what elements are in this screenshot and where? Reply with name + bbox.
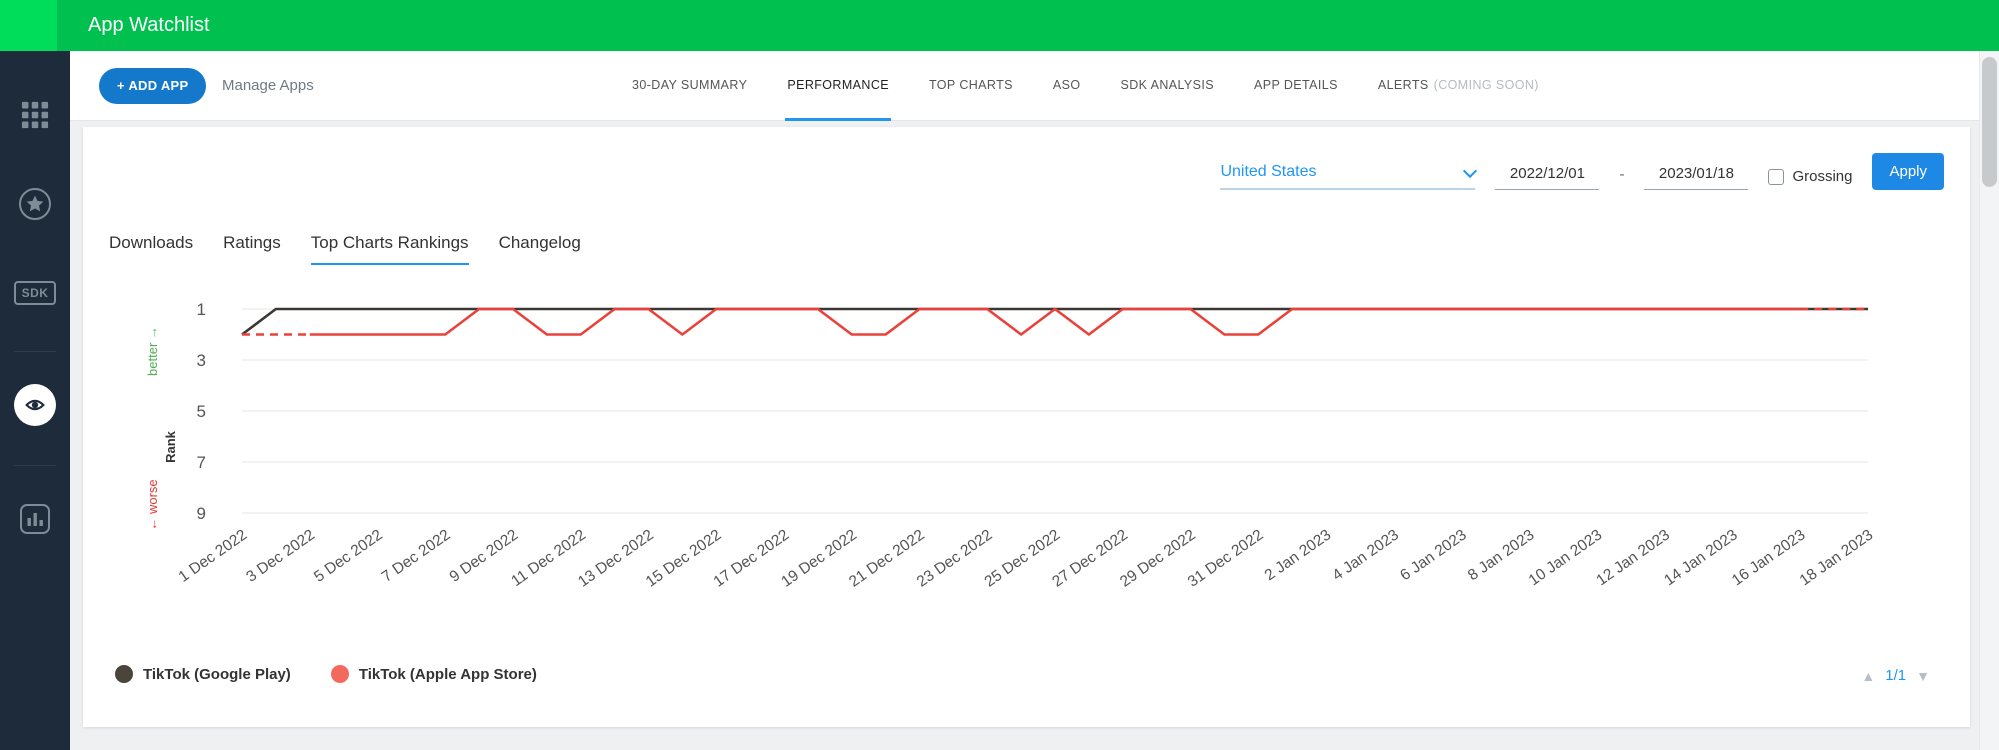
grossing-checkbox[interactable]: [1768, 168, 1785, 185]
tab-alerts-label: ALERTS: [1377, 77, 1429, 92]
tab-sdk-analysis[interactable]: SDK ANALYSIS: [1119, 51, 1217, 121]
sidebar-item-analytics[interactable]: [0, 497, 70, 541]
tab-30-day-summary[interactable]: 30-DAY SUMMARY: [630, 51, 749, 121]
sidebar-divider: [14, 465, 56, 466]
svg-text:9: 9: [197, 504, 206, 523]
country-select[interactable]: United States: [1220, 163, 1478, 190]
svg-text:31 Dec 2022: 31 Dec 2022: [1185, 526, 1267, 590]
svg-text:3: 3: [197, 351, 206, 370]
legend-item-apple-app-store[interactable]: TikTok (Apple App Store): [330, 665, 537, 683]
legend-label: TikTok (Apple App Store): [358, 665, 537, 683]
date-range-separator: -: [1619, 166, 1625, 183]
star-circle-icon: [19, 188, 51, 220]
rank-chart: 1 3 5 7 9 better → Rank ← worse 1 Dec 2022 3 Dec …: [83, 276, 1963, 646]
svg-text:13 Dec 2022: 13 Dec 2022: [575, 526, 657, 590]
tab-app-details[interactable]: APP DETAILS: [1252, 51, 1340, 121]
svg-text:23 Dec 2022: 23 Dec 2022: [914, 526, 996, 590]
filter-bar: United States - Grossing Apply: [1220, 153, 1944, 190]
panel-tabs: Downloads Ratings Top Charts Rankings Ch…: [109, 233, 581, 265]
svg-text:7 Dec 2022: 7 Dec 2022: [379, 526, 454, 585]
svg-text:14 Jan 2023: 14 Jan 2023: [1661, 526, 1741, 589]
tab-changelog[interactable]: Changelog: [499, 233, 581, 265]
tab-alerts-coming-soon: (COMING SOON): [1433, 77, 1539, 92]
legend-label: TikTok (Google Play): [143, 665, 291, 683]
svg-text:27 Dec 2022: 27 Dec 2022: [1049, 526, 1131, 590]
sidebar-item-featured[interactable]: [0, 182, 70, 226]
svg-text:3 Dec 2022: 3 Dec 2022: [243, 526, 318, 585]
svg-text:15 Dec 2022: 15 Dec 2022: [643, 526, 725, 590]
date-to-input[interactable]: [1644, 165, 1749, 190]
svg-text:1: 1: [197, 300, 206, 319]
bar-chart-icon: [20, 504, 50, 534]
svg-text:1 Dec 2022: 1 Dec 2022: [176, 526, 251, 585]
sidebar: SDK: [0, 51, 70, 750]
svg-text:12 Jan 2023: 12 Jan 2023: [1593, 526, 1673, 589]
chevron-down-icon: [1463, 163, 1478, 178]
rank-chart-canvas: 1 3 5 7 9 better → Rank ← worse 1 Dec 20223 Dec …: [145, 300, 1877, 591]
svg-text:7: 7: [197, 453, 206, 472]
tab-top-charts[interactable]: TOP CHARTS: [927, 51, 1015, 121]
svg-text:5: 5: [197, 402, 206, 421]
sidebar-divider: [14, 351, 56, 352]
watchlist-panel: United States - Grossing Apply Downloads…: [83, 127, 1970, 727]
grossing-toggle[interactable]: Grossing: [1768, 168, 1852, 190]
svg-text:10 Jan 2023: 10 Jan 2023: [1526, 526, 1606, 589]
toolbar: + ADD APP Manage Apps 30-DAY SUMMARY PER…: [70, 51, 1999, 121]
svg-text:← worse: ← worse: [145, 479, 160, 530]
google-play-series-dot: [115, 665, 133, 683]
svg-text:21 Dec 2022: 21 Dec 2022: [846, 526, 928, 590]
manage-apps-link[interactable]: Manage Apps: [222, 51, 314, 121]
tab-aso[interactable]: ASO: [1051, 51, 1083, 121]
svg-text:17 Dec 2022: 17 Dec 2022: [711, 526, 793, 590]
tab-downloads[interactable]: Downloads: [109, 233, 193, 265]
sidebar-item-watchlist[interactable]: [0, 383, 70, 427]
svg-text:better →: better →: [145, 326, 160, 376]
svg-text:2 Jan 2023: 2 Jan 2023: [1262, 526, 1335, 584]
legend-item-google-play[interactable]: TikTok (Google Play): [115, 665, 291, 683]
tab-performance[interactable]: PERFORMANCE: [785, 51, 891, 121]
brand-logo: [0, 0, 57, 51]
svg-text:6 Jan 2023: 6 Jan 2023: [1397, 526, 1470, 584]
svg-text:29 Dec 2022: 29 Dec 2022: [1117, 526, 1199, 590]
svg-text:25 Dec 2022: 25 Dec 2022: [982, 526, 1064, 590]
scrollbar-track[interactable]: [1979, 51, 1999, 750]
sidebar-item-apps[interactable]: [0, 93, 70, 137]
top-bar: App Watchlist: [0, 0, 1999, 51]
sdk-icon: SDK: [13, 281, 57, 305]
country-select-value: United States: [1220, 163, 1317, 180]
tab-top-charts-rankings[interactable]: Top Charts Rankings: [310, 233, 469, 265]
apply-button[interactable]: Apply: [1872, 153, 1944, 190]
svg-text:16 Jan 2023: 16 Jan 2023: [1729, 526, 1809, 589]
svg-text:4 Jan 2023: 4 Jan 2023: [1329, 526, 1402, 584]
chart-pagination: ▲ 1/1 ▼: [1861, 667, 1930, 684]
apple-app-store-series-dot: [330, 665, 349, 683]
scrollbar-thumb[interactable]: [1982, 57, 1997, 187]
svg-text:19 Dec 2022: 19 Dec 2022: [778, 526, 860, 590]
grossing-label: Grossing: [1792, 168, 1853, 185]
tab-alerts[interactable]: ALERTS (COMING SOON): [1376, 51, 1541, 121]
date-from-input[interactable]: [1495, 165, 1600, 190]
apps-grid-icon: [21, 101, 49, 129]
svg-text:18 Jan 2023: 18 Jan 2023: [1797, 526, 1877, 589]
add-app-button[interactable]: + ADD APP: [99, 68, 207, 104]
page-up-arrow[interactable]: ▲: [1861, 668, 1875, 684]
eye-icon: [25, 399, 45, 411]
page-indicator: 1/1: [1885, 667, 1907, 684]
svg-text:Rank: Rank: [163, 430, 178, 463]
sidebar-item-sdk[interactable]: SDK: [0, 271, 70, 315]
tab-ratings[interactable]: Ratings: [223, 233, 281, 265]
page-down-arrow[interactable]: ▼: [1916, 668, 1930, 684]
page-title: App Watchlist: [88, 14, 210, 36]
top-nav-tabs: 30-DAY SUMMARY PERFORMANCE TOP CHARTS AS…: [630, 51, 1541, 121]
svg-text:5 Dec 2022: 5 Dec 2022: [311, 526, 386, 585]
chart-legend: TikTok (Google Play) TikTok (Apple App S…: [115, 665, 537, 683]
